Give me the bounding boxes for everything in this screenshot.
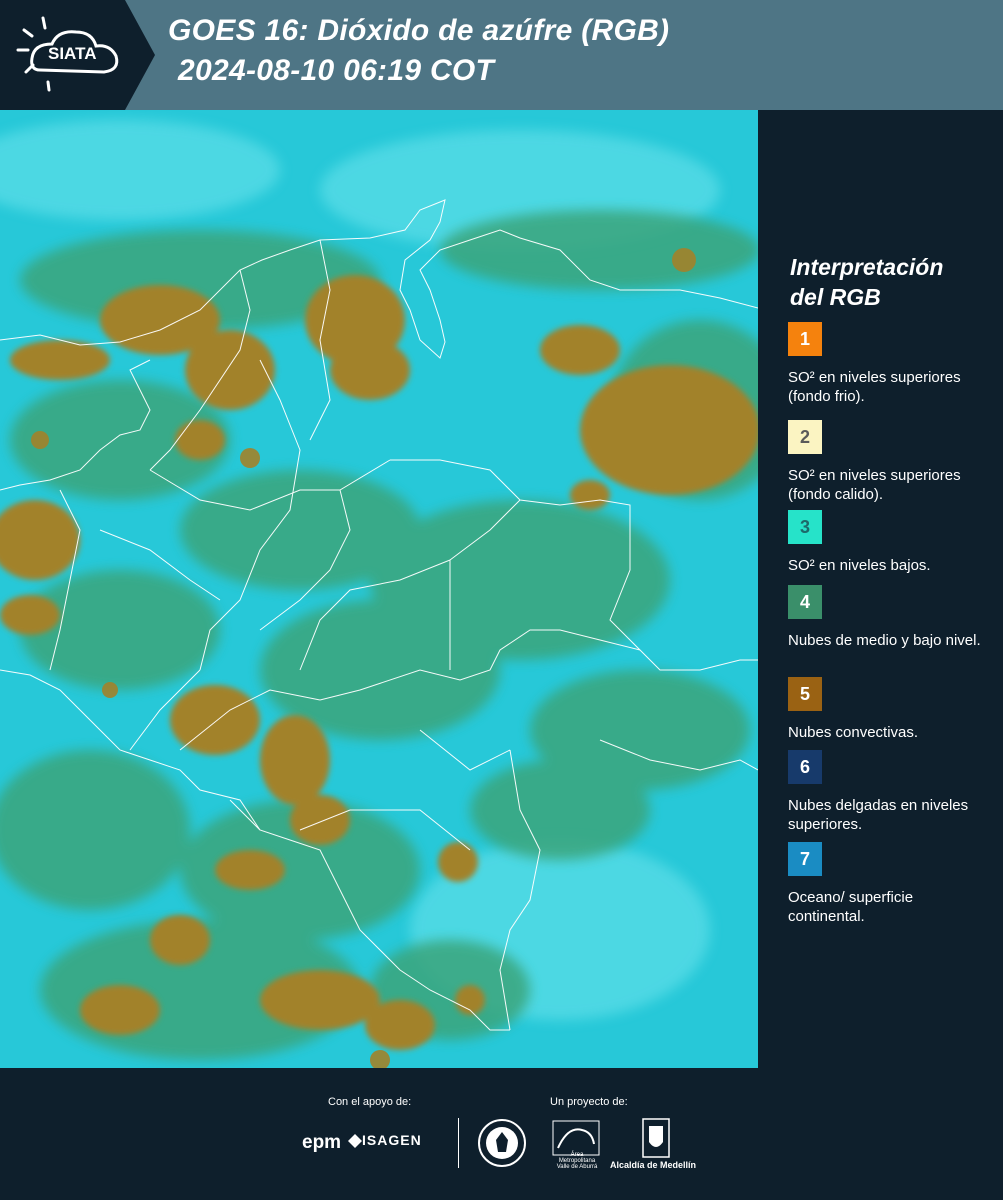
page-title: GOES 16: Dióxido de azúfre (RGB) (168, 14, 670, 47)
project-label: Un proyecto de: (550, 1096, 628, 1108)
legend-desc-2: SO² en niveles superiores (fondo calido)… (788, 467, 961, 503)
legend-swatch-1: 1 (788, 322, 822, 356)
footer-divider (458, 1118, 459, 1168)
legend-swatch-2: 2 (788, 420, 822, 454)
support-label: Con el apoyo de: (328, 1096, 412, 1108)
siata-logo: SIATA (0, 0, 155, 110)
area-metropolitana-logo-icon (552, 1120, 600, 1156)
legend-item-3: 3 SO² en niveles bajos. (788, 510, 998, 575)
legend-title-line1: Interpretación (790, 254, 944, 280)
legend-swatch-4: 4 (788, 585, 822, 619)
legend-swatch-7: 7 (788, 842, 822, 876)
legend-item-7: 7 Oceano/ superficie continental. (788, 842, 998, 926)
satellite-map (0, 110, 758, 1068)
footer: Con el apoyo de: Un proyecto de: epm ISA… (0, 1068, 1003, 1200)
legend-swatch-5: 5 (788, 677, 822, 711)
alcaldia-logo: Alcaldía de Medellín (610, 1160, 697, 1170)
legend-item-1: 1 SO² en niveles superiores (fondo frio)… (788, 322, 998, 406)
legend-desc-4: Nubes de medio y bajo nivel. (788, 632, 981, 649)
legend-desc-3: SO² en niveles bajos. (788, 557, 931, 574)
legend-item-4: 4 Nubes de medio y bajo nivel. (788, 585, 998, 650)
legend-desc-1: SO² en niveles superiores (fondo frio). (788, 369, 961, 405)
legend-item-6: 6 Nubes delgadas en niveles superiores. (788, 750, 998, 834)
legend-item-5: 5 Nubes convectivas. (788, 677, 998, 742)
epm-logo: epm (302, 1132, 342, 1153)
page-timestamp: 2024-08-10 06:19 COT (178, 54, 495, 87)
header: SIATA GOES 16: Dióxido de azúfre (RGB) 2… (0, 0, 1003, 110)
legend-desc-5: Nubes convectivas. (788, 724, 919, 741)
legend-desc-6: Nubes delgadas en niveles superiores. (788, 797, 969, 833)
legend-swatch-3: 3 (788, 510, 822, 544)
isagen-mark-icon (348, 1134, 362, 1148)
legend-item-2: 2 SO² en niveles superiores (fondo calid… (788, 420, 998, 504)
legend-title: Interpretación del RGB (790, 252, 990, 312)
isagen-logo: ISAGEN (362, 1132, 422, 1148)
alcaldia-shield-icon (642, 1118, 670, 1158)
legend-swatch-6: 6 (788, 750, 822, 784)
legend-desc-7: Oceano/ superficie continental. (788, 889, 914, 925)
area-metropolitana-logo: Área Metropolitana Valle de Aburrá (556, 1152, 598, 1170)
legend-panel: Interpretación del RGB 1 SO² en niveles … (758, 110, 1003, 1068)
logo-text: SIATA (48, 44, 97, 63)
medellin-seal-icon (478, 1119, 526, 1167)
legend-title-line2: del RGB (790, 284, 881, 310)
